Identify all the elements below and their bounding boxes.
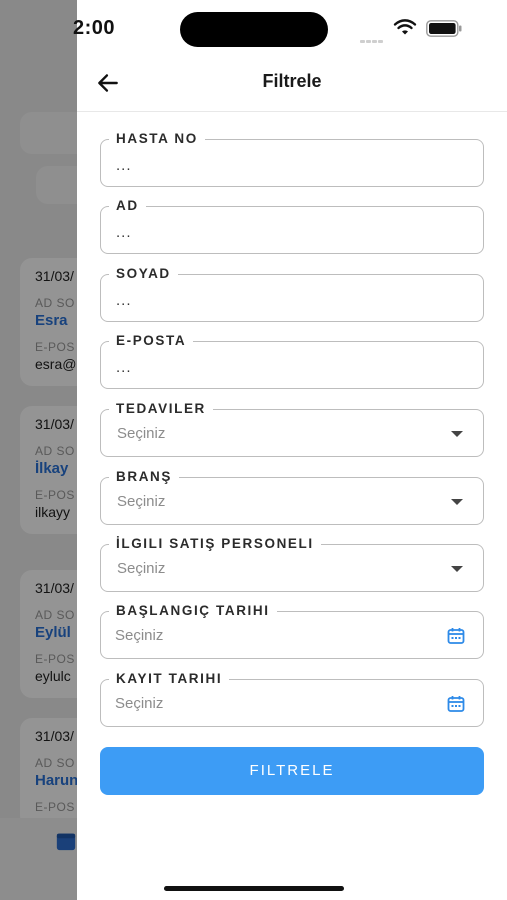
dropdown-caret-icon <box>451 566 463 572</box>
field-label: KAYIT TARIHI <box>109 671 230 686</box>
dropdown-caret-icon <box>451 499 463 505</box>
status-time: 2:00 <box>73 17 116 39</box>
field-value: ... <box>116 157 132 174</box>
field-label: E-POSTA <box>109 333 194 348</box>
soyad-field[interactable]: SOYAD ... <box>100 266 484 322</box>
wifi-icon <box>393 19 417 35</box>
brans-select[interactable]: BRANŞ Seçiniz <box>100 469 484 525</box>
field-placeholder: Seçiniz <box>117 560 166 577</box>
field-label: SOYAD <box>109 266 178 281</box>
field-label: BRANŞ <box>109 469 180 484</box>
calendar-icon[interactable] <box>447 695 465 713</box>
field-placeholder: Seçiniz <box>115 695 164 712</box>
battery-icon <box>426 20 462 37</box>
field-placeholder: Seçiniz <box>117 493 166 510</box>
e-posta-field[interactable]: E-POSTA ... <box>100 333 484 389</box>
status-bar: 2:00 <box>0 0 507 58</box>
baslangic-tarihi-field[interactable]: BAŞLANGIÇ TARIHI Seçiniz <box>100 603 484 659</box>
field-value: ... <box>116 292 132 309</box>
drawer-header: Filtrele <box>77 58 507 112</box>
dropdown-caret-icon <box>451 431 463 437</box>
field-value: ... <box>116 224 132 241</box>
calendar-icon[interactable] <box>447 627 465 645</box>
field-placeholder: Seçiniz <box>115 627 164 644</box>
field-value: ... <box>116 359 132 376</box>
filtrele-button[interactable]: FILTRELE <box>100 747 484 795</box>
field-label: AD <box>109 198 146 213</box>
ad-field[interactable]: AD ... <box>100 198 484 254</box>
field-label: HASTA NO <box>109 131 205 146</box>
kayit-tarihi-field[interactable]: KAYIT TARIHI Seçiniz <box>100 671 484 727</box>
page-title: Filtrele <box>262 71 322 91</box>
tedaviler-select[interactable]: TEDAVILER Seçiniz <box>100 401 484 457</box>
ilgili-satis-personeli-select[interactable]: İLGILI SATIŞ PERSONELI Seçiniz <box>100 536 484 592</box>
field-label: İLGILI SATIŞ PERSONELI <box>109 536 321 551</box>
field-label: BAŞLANGIÇ TARIHI <box>109 603 277 618</box>
field-placeholder: Seçiniz <box>117 425 166 442</box>
home-indicator <box>164 886 344 891</box>
filter-drawer: Filtrele HASTA NO ... AD ... SOYAD ... E… <box>77 0 507 900</box>
field-label: TEDAVILER <box>109 401 213 416</box>
dynamic-island <box>180 12 328 47</box>
hasta-no-field[interactable]: HASTA NO ... <box>100 131 484 187</box>
cellular-signal-icon <box>360 30 384 48</box>
